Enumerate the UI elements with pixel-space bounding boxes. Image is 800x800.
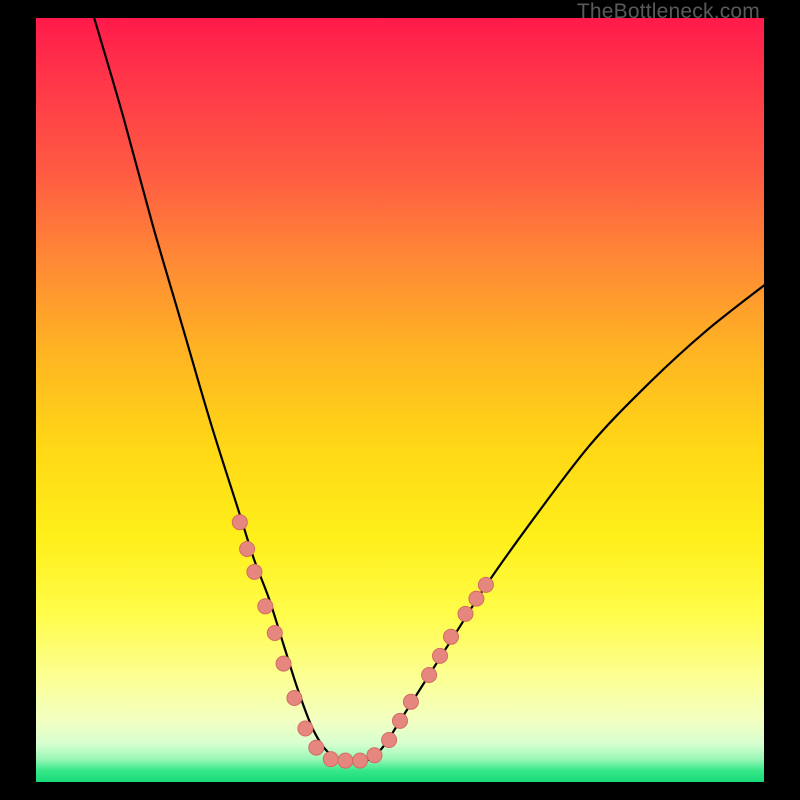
- curve-marker: [267, 626, 282, 641]
- curve-marker: [422, 668, 437, 683]
- curve-marker: [309, 740, 324, 755]
- curve-marker: [458, 606, 473, 621]
- bottleneck-curve: [94, 18, 764, 760]
- watermark-text: TheBottleneck.com: [577, 0, 760, 24]
- curve-marker: [393, 713, 408, 728]
- chart-frame: TheBottleneck.com: [0, 0, 800, 800]
- curve-markers: [232, 515, 493, 768]
- curve-layer: [36, 18, 764, 782]
- curve-marker: [258, 599, 273, 614]
- curve-marker: [469, 591, 484, 606]
- curve-marker: [478, 577, 493, 592]
- curve-marker: [276, 656, 291, 671]
- curve-marker: [433, 648, 448, 663]
- curve-marker: [298, 721, 313, 736]
- curve-marker: [247, 564, 262, 579]
- plot-area: [36, 18, 764, 782]
- curve-marker: [444, 629, 459, 644]
- curve-marker: [382, 733, 397, 748]
- curve-marker: [232, 515, 247, 530]
- curve-marker: [353, 753, 368, 768]
- curve-marker: [403, 694, 418, 709]
- curve-marker: [287, 691, 302, 706]
- curve-marker: [323, 752, 338, 767]
- curve-marker: [338, 753, 353, 768]
- curve-marker: [367, 748, 382, 763]
- curve-marker: [240, 542, 255, 557]
